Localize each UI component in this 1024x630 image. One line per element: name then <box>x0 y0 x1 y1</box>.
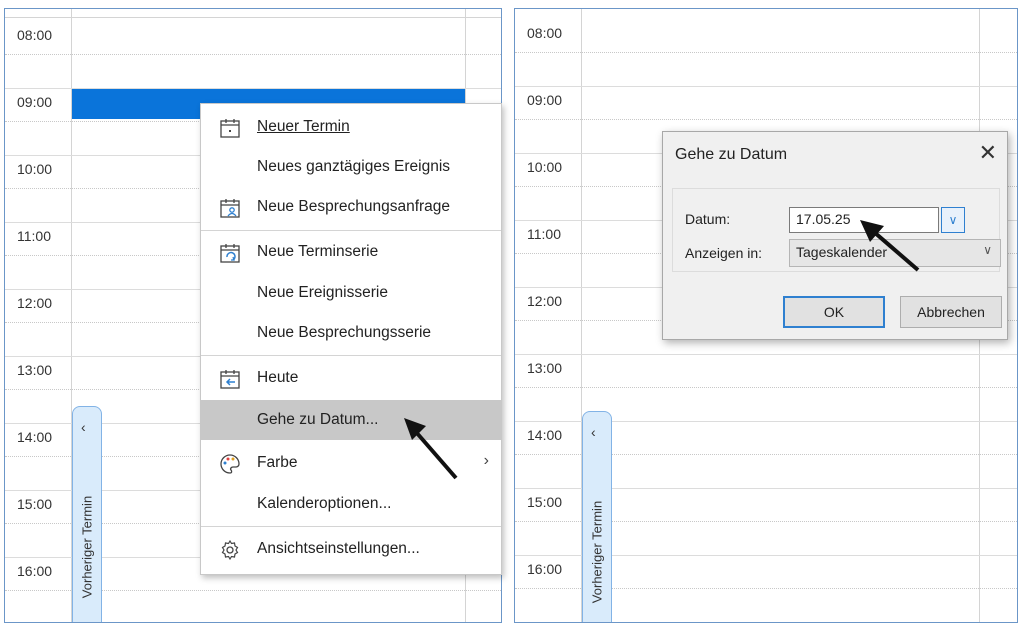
hour-label: 16:00 <box>527 561 563 577</box>
show-in-value: Tageskalender <box>796 244 888 260</box>
chevron-down-icon: ∨ <box>948 213 958 227</box>
menu-item-view-settings[interactable]: Ansichtseinstellungen... <box>201 530 501 568</box>
date-dropdown-button[interactable]: ∨ <box>941 207 965 233</box>
ok-button[interactable]: OK <box>783 296 885 328</box>
half-hour-line <box>515 387 1017 388</box>
menu-item-label: Neues ganztägiges Ereignis <box>257 158 451 175</box>
hour-label: 10:00 <box>527 159 563 175</box>
recurring-appointment-icon <box>220 244 240 263</box>
hour-label: 09:00 <box>527 92 563 108</box>
goto-date-dialog: Gehe zu Datum ✕ Datum: 17.05.25 ∨ Anzeig… <box>662 131 1008 340</box>
dialog-title: Gehe zu Datum <box>675 146 788 163</box>
hour-label: 11:00 <box>527 226 561 242</box>
menu-separator <box>201 355 501 356</box>
menu-item-new-recurring-appointment[interactable]: Neue Terminserie <box>201 233 501 271</box>
previous-appointment-label: Vorheriger Termin <box>79 495 95 599</box>
hour-label: 08:00 <box>527 25 563 41</box>
hour-label: 15:00 <box>527 494 563 510</box>
menu-item-new-meeting-series[interactable]: Neue Besprechungsserie <box>201 314 501 352</box>
menu-item-color[interactable]: Farbe › <box>201 444 501 482</box>
hour-label: 14:00 <box>527 427 563 443</box>
color-palette-icon <box>220 454 240 474</box>
menu-item-label: Farbe <box>257 454 298 471</box>
menu-item-label: Heute <box>257 369 299 386</box>
menu-item-label: Neue Terminserie <box>257 243 379 260</box>
menu-item-new-meeting-request[interactable]: Neue Besprechungsanfrage <box>201 188 501 226</box>
hour-row[interactable]: 08:00 <box>5 21 501 89</box>
menu-separator <box>201 230 501 231</box>
menu-item-label: Kalenderoptionen... <box>257 495 392 512</box>
gear-icon <box>221 539 239 561</box>
date-field[interactable]: 17.05.25 <box>789 207 939 233</box>
date-label: Datum: <box>685 211 731 227</box>
menu-item-label: Neue Ereignisserie <box>257 284 388 301</box>
menu-separator <box>201 526 501 527</box>
submenu-arrow-icon: › <box>483 452 489 469</box>
menu-item-label: Neuer Termin <box>257 118 350 135</box>
hour-label: 11:00 <box>17 228 51 244</box>
hour-label: 13:00 <box>527 360 563 376</box>
hour-label: 16:00 <box>17 563 53 579</box>
hour-label: 12:00 <box>17 295 53 311</box>
hour-label: 13:00 <box>17 362 53 378</box>
previous-appointment-tab[interactable]: ‹ Vorheriger Termin <box>582 411 612 622</box>
menu-item-today[interactable]: Heute <box>201 359 501 397</box>
menu-item-calendar-options[interactable]: Kalenderoptionen... <box>201 485 501 523</box>
today-calendar-icon <box>220 370 240 389</box>
show-in-select[interactable]: Tageskalender ∨ <box>789 239 1001 267</box>
calendar-day-icon <box>220 119 240 138</box>
half-hour-line <box>5 54 501 55</box>
grid-top-line <box>5 17 501 18</box>
context-menu: Neuer Termin Neues ganztägiges Ereignis … <box>200 103 502 575</box>
previous-appointment-label: Vorheriger Termin <box>589 500 605 604</box>
close-icon[interactable]: ✕ <box>979 140 997 166</box>
menu-item-new-event-series[interactable]: Neue Ereignisserie <box>201 274 501 312</box>
hour-row[interactable]: 08:00 <box>515 19 1017 87</box>
chevron-left-icon: ‹ <box>81 419 86 435</box>
hour-label: 08:00 <box>17 27 53 43</box>
half-hour-line <box>515 52 1017 53</box>
menu-item-label: Neue Besprechungsanfrage <box>257 198 451 215</box>
half-hour-line <box>515 119 1017 120</box>
menu-item-label: Gehe zu Datum... <box>257 411 379 428</box>
previous-appointment-tab[interactable]: ‹ Vorheriger Termin <box>72 406 102 622</box>
meeting-request-icon <box>220 199 240 218</box>
hour-label: 10:00 <box>17 161 53 177</box>
show-in-label: Anzeigen in: <box>685 245 763 261</box>
hour-label: 15:00 <box>17 496 53 512</box>
hour-line <box>515 622 1017 623</box>
menu-item-new-allday-event[interactable]: Neues ganztägiges Ereignis <box>201 148 501 186</box>
chevron-down-icon: ∨ <box>983 243 992 257</box>
menu-item-label: Neue Besprechungsserie <box>257 324 432 341</box>
hour-label: 12:00 <box>527 293 563 309</box>
menu-item-new-appointment[interactable]: Neuer Termin <box>201 108 501 146</box>
chevron-left-icon: ‹ <box>591 424 596 440</box>
menu-item-label: Ansichtseinstellungen... <box>257 540 420 557</box>
hour-label: 14:00 <box>17 429 53 445</box>
menu-item-goto-date[interactable]: Gehe zu Datum... <box>201 400 501 440</box>
hour-label: 09:00 <box>17 94 53 110</box>
dialog-fields-group: Datum: 17.05.25 ∨ Anzeigen in: Tageskale… <box>672 188 1001 272</box>
cancel-button[interactable]: Abbrechen <box>900 296 1002 328</box>
